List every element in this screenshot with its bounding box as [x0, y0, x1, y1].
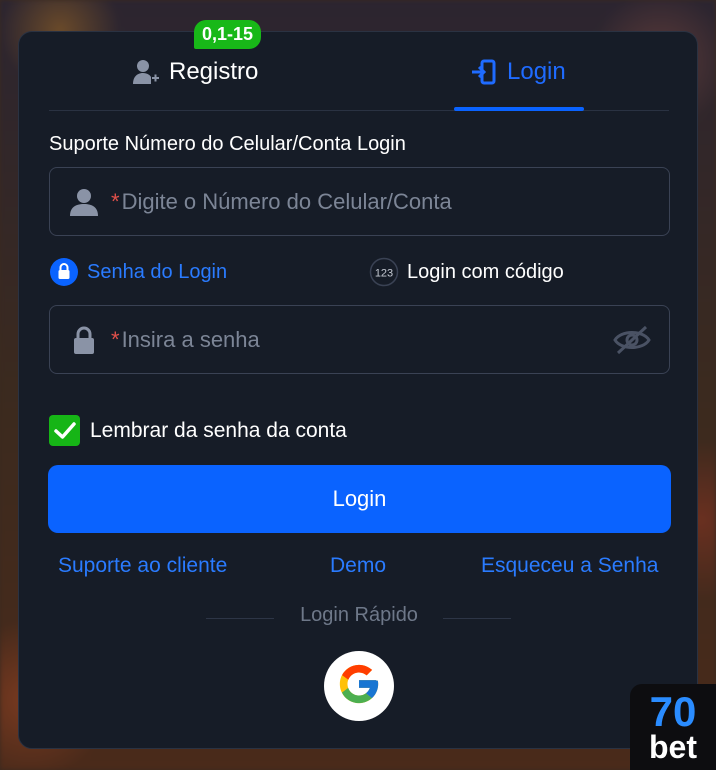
code-login-label: Login com código: [407, 260, 564, 283]
login-icon: [469, 57, 499, 87]
tab-register-label: Registro: [169, 57, 259, 85]
footer-links: Suporte ao cliente Demo Esqueceu a Senha: [19, 554, 699, 582]
google-login-button[interactable]: [324, 651, 394, 721]
support-link[interactable]: Suporte ao cliente: [58, 554, 227, 578]
required-mark: *: [111, 326, 120, 352]
login-modal: Registro 0,1-15 Login Suporte Número do …: [18, 20, 699, 749]
remember-password[interactable]: Lembrar da senha da conta: [49, 415, 347, 446]
forgot-password-link[interactable]: Esqueceu a Senha: [481, 554, 658, 578]
divider-right: [443, 618, 511, 619]
check-icon: [53, 421, 76, 439]
brand-logo: 70 bet: [630, 684, 716, 770]
register-bonus-badge: 0,1-15: [194, 20, 262, 49]
password-field[interactable]: * Insira a senha: [49, 305, 670, 374]
user-add-icon: [131, 57, 161, 87]
tab-login-label: Login: [507, 57, 566, 85]
svg-text:123: 123: [375, 268, 393, 280]
lock-circle-icon: [49, 257, 79, 287]
user-icon: [69, 187, 99, 217]
password-placeholder: Insira a senha: [121, 326, 260, 352]
section-label: Suporte Número do Celular/Conta Login: [49, 133, 406, 155]
demo-link[interactable]: Demo: [330, 554, 386, 578]
account-field[interactable]: * Digite o Número do Celular/Conta: [49, 167, 670, 236]
lock-icon: [69, 325, 99, 355]
tab-login[interactable]: Login: [469, 32, 566, 111]
password-login-label: Senha do Login: [87, 260, 228, 283]
active-tab-indicator: [454, 107, 584, 111]
google-icon: [336, 661, 382, 712]
remember-checkbox[interactable]: [49, 415, 80, 446]
brand-logo-top: 70: [649, 687, 697, 735]
tab-bar: Registro 0,1-15 Login: [49, 20, 669, 111]
password-login-option[interactable]: Senha do Login: [49, 257, 227, 287]
quick-login-label: Login Rápido: [300, 604, 418, 626]
account-placeholder: Digite o Número do Celular/Conta: [121, 188, 452, 214]
login-button[interactable]: Login: [48, 465, 671, 533]
remember-label: Lembrar da senha da conta: [90, 418, 347, 442]
eye-slash-icon[interactable]: [613, 324, 651, 356]
code-123-icon: 123: [369, 257, 399, 287]
brand-logo-bottom: bet: [649, 728, 697, 765]
code-login-option[interactable]: 123 Login com código: [369, 257, 564, 287]
required-mark: *: [111, 188, 120, 214]
